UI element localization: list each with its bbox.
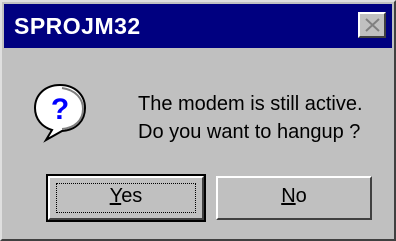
no-button[interactable]: No <box>216 176 372 220</box>
close-button[interactable] <box>358 12 386 38</box>
message-text: The modem is still active. Do you want t… <box>138 90 363 146</box>
close-icon <box>365 18 380 32</box>
no-button-label: No <box>281 185 307 207</box>
message-dialog: SPROJM32 ? The modem is still active. Do… <box>0 0 396 241</box>
yes-button-label: Yes <box>109 185 143 207</box>
title-bar[interactable]: SPROJM32 <box>4 4 392 48</box>
question-glyph: ? <box>51 93 69 126</box>
question-icon: ? <box>33 83 87 143</box>
yes-button[interactable]: Yes <box>46 174 206 222</box>
window-title: SPROJM32 <box>14 13 141 39</box>
message-line-2: Do you want to hangup ? <box>138 121 361 143</box>
message-line-1: The modem is still active. <box>138 93 363 115</box>
